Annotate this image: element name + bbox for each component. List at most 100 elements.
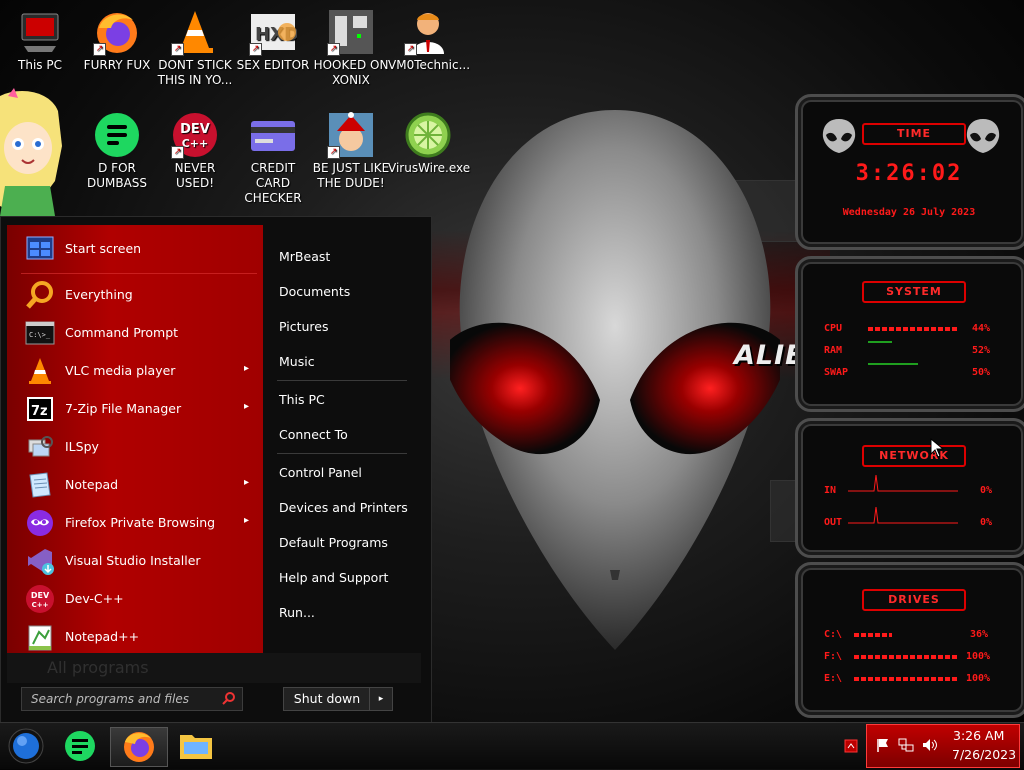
desktop-icon-furry-fux[interactable]: ↗ FURRY FUX — [77, 0, 157, 73]
submenu-arrow-icon[interactable]: ▸ — [244, 477, 249, 488]
start-item-notepad-plus-plus[interactable]: Notepad++ — [7, 619, 263, 655]
menu-separator — [277, 453, 407, 454]
taskbar-clock-date[interactable]: 7/26/2023 — [952, 747, 1016, 762]
vlc-cone-icon — [25, 356, 55, 386]
submenu-arrow-icon[interactable]: ▸ — [244, 515, 249, 526]
ram-graph — [868, 341, 892, 343]
start-item-label: 7-Zip File Manager — [65, 401, 182, 416]
start-menu-programs-pane: Start screen Everything C:\>_ Command Pr… — [7, 225, 263, 657]
taskbar-firefox[interactable] — [110, 727, 168, 767]
all-programs-label: All programs — [47, 658, 149, 677]
icon-label: HOOKED ON XONIX — [313, 58, 389, 87]
start-orb-button[interactable] — [2, 727, 50, 765]
place-control-panel[interactable]: Control Panel — [279, 465, 362, 480]
desktop-icon-sex-editor[interactable]: HXD ↗ SEX EDITOR — [233, 0, 313, 73]
dev-cpp-icon: DEV C++ ↗ — [171, 111, 219, 159]
desktop-icon-hooked-on-xonix[interactable]: ↗ HOOKED ON XONIX — [311, 0, 391, 88]
notes-app-icon — [65, 731, 95, 761]
place-connect-to[interactable]: Connect To — [279, 427, 348, 442]
place-run[interactable]: Run... — [279, 605, 315, 620]
notepad-plus-plus-icon — [25, 622, 55, 652]
start-menu: Start screen Everything C:\>_ Command Pr… — [0, 216, 432, 724]
start-item-dev-cpp[interactable]: DEV C++ Dev-C++ — [7, 581, 263, 617]
widget-clock: 3:26:02 — [855, 161, 963, 186]
drive-e-label: E:\ — [824, 673, 843, 684]
start-item-label: Command Prompt — [65, 325, 179, 340]
time-widget: TIME 3:26:02 Wednesday 26 July 2023 — [795, 94, 1024, 250]
firefox-private-icon — [25, 508, 55, 538]
place-music[interactable]: Music — [279, 354, 315, 369]
icon-label: BE JUST LIKE THE DUDE! — [312, 161, 390, 190]
drives-widget: DRIVES C:\ 36% F:\ 100% E:\ 100% — [795, 562, 1024, 718]
start-orb-icon — [8, 728, 44, 764]
shutdown-button[interactable]: Shut down — [283, 687, 371, 711]
desktop-icon-be-just-like-the-dude[interactable]: ↗ BE JUST LIKE THE DUDE! — [311, 103, 391, 191]
command-prompt-icon: C:\>_ — [25, 318, 55, 348]
place-default-programs[interactable]: Default Programs — [279, 535, 388, 550]
alien-logo-icon — [966, 119, 1000, 153]
taskbar-clock-time[interactable]: 3:26 AM — [953, 728, 1004, 743]
swap-label: SWAP — [824, 367, 849, 378]
place-devices-and-printers[interactable]: Devices and Printers — [279, 500, 408, 515]
desktop-icon-d-for-dumbass[interactable]: D FOR DUMBASS — [77, 103, 157, 191]
shutdown-options-arrow[interactable]: ▸ — [369, 687, 393, 711]
start-item-command-prompt[interactable]: C:\>_ Command Prompt — [7, 315, 263, 351]
network-widget: NETWORK IN 0% OUT 0% — [795, 418, 1024, 558]
drive-c-label: C:\ — [824, 629, 843, 640]
svg-text:C++: C++ — [32, 601, 49, 609]
drive-f-value: 100% — [966, 651, 991, 662]
flag-icon[interactable] — [875, 737, 891, 753]
taskbar-file-explorer[interactable] — [172, 727, 220, 765]
widget-title: TIME — [862, 123, 966, 145]
start-item-firefox-private[interactable]: Firefox Private Browsing ▸ — [7, 505, 263, 541]
start-item-label: Dev-C++ — [65, 591, 124, 606]
start-item-start-screen[interactable]: Start screen — [7, 231, 263, 267]
place-this-pc[interactable]: This PC — [279, 392, 325, 407]
start-item-vlc[interactable]: VLC media player ▸ — [7, 353, 263, 389]
desktop-icon-dont-stick[interactable]: ↗ DONT STICK THIS IN YO... — [155, 0, 235, 88]
start-item-visual-studio-installer[interactable]: Visual Studio Installer — [7, 543, 263, 579]
icon-label: FURRY FUX — [83, 58, 151, 72]
net-in-label: IN — [824, 485, 837, 496]
search-input[interactable]: Search programs and files — [21, 687, 243, 711]
place-help-and-support[interactable]: Help and Support — [279, 570, 388, 585]
ilspy-icon — [25, 432, 55, 462]
drive-f-bar — [854, 655, 958, 659]
start-item-notepad[interactable]: Notepad ▸ — [7, 467, 263, 503]
start-item-label: Firefox Private Browsing — [65, 515, 216, 530]
taskbar-notes-app[interactable] — [56, 727, 104, 765]
notes-app-icon — [93, 111, 141, 159]
desktop-icon-viruswire[interactable]: VirusWire.exe — [388, 103, 471, 176]
icon-label: VirusWire.exe — [388, 161, 471, 175]
limewire-icon — [404, 111, 452, 159]
svg-text:DEV: DEV — [180, 122, 210, 137]
desktop-icon-vm0technic[interactable]: ↗ VM0Technic... — [388, 0, 470, 73]
swap-value: 50% — [972, 367, 991, 378]
place-mrbeast[interactable]: MrBeast — [279, 249, 330, 264]
volume-icon[interactable] — [921, 737, 939, 753]
xonix-game-icon: ↗ — [327, 8, 375, 56]
show-hidden-icons-icon[interactable] — [844, 739, 858, 753]
cpu-bar — [868, 327, 958, 331]
desktop-icon-this-pc[interactable]: This PC — [0, 0, 80, 73]
start-item-7zip[interactable]: 7z 7-Zip File Manager ▸ — [7, 391, 263, 427]
menu-separator — [21, 273, 257, 274]
all-programs-button[interactable]: All programs — [7, 653, 421, 683]
start-item-ilspy[interactable]: ILSpy — [7, 429, 263, 465]
visual-studio-installer-icon — [25, 546, 55, 576]
place-pictures[interactable]: Pictures — [279, 319, 329, 334]
search-icon[interactable] — [222, 691, 236, 705]
submenu-arrow-icon[interactable]: ▸ — [244, 363, 249, 374]
desktop-icon-credit-card-checker[interactable]: CREDIT CARD CHECKER — [233, 103, 313, 206]
submenu-arrow-icon[interactable]: ▸ — [244, 401, 249, 412]
place-documents[interactable]: Documents — [279, 284, 350, 299]
desktop-icon-never-used[interactable]: DEV C++ ↗ NEVER USED! — [155, 103, 235, 191]
start-item-everything[interactable]: Everything — [7, 277, 263, 313]
drive-e-value: 100% — [966, 673, 991, 684]
start-menu-places-pane: MrBeast Documents Pictures Music This PC… — [263, 225, 423, 657]
widget-title: DRIVES — [862, 589, 966, 611]
net-in-graph — [848, 474, 958, 492]
folder-icon — [180, 735, 212, 759]
network-icon[interactable] — [897, 737, 915, 753]
christmas-elf-icon: ↗ — [327, 111, 375, 159]
